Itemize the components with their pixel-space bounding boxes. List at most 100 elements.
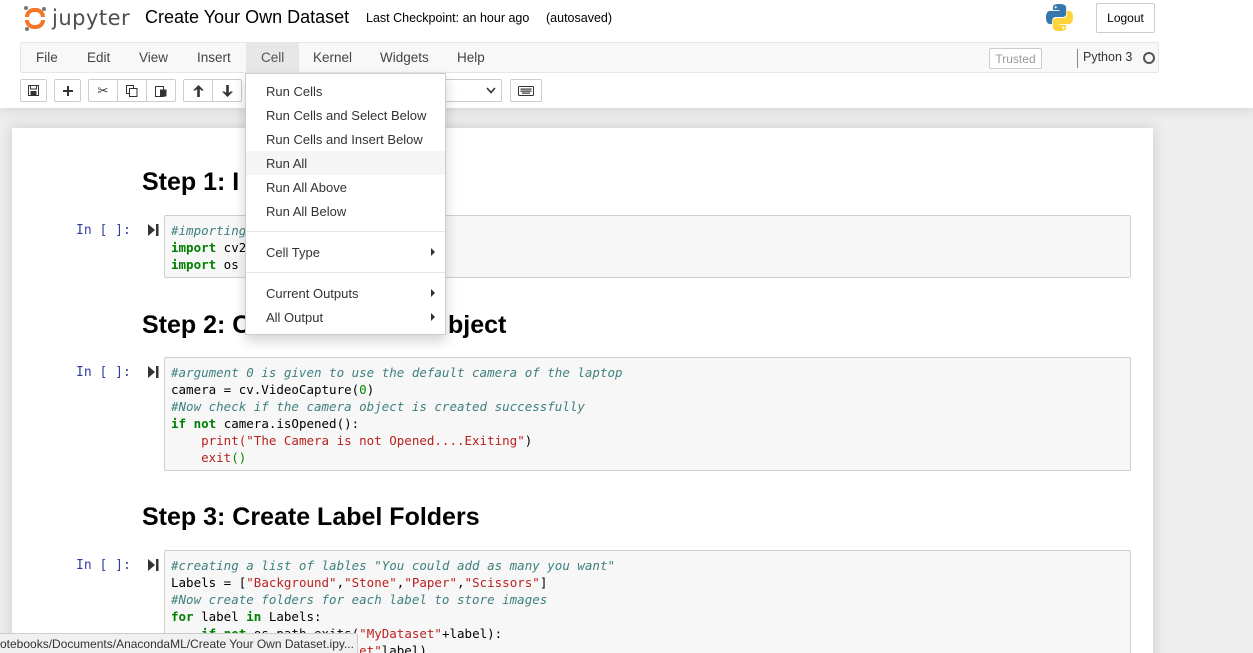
status-bar-url: otebooks/Documents/AnacondaML/Create You…: [0, 633, 358, 653]
keyboard-icon: [518, 85, 534, 96]
code-token: os: [216, 257, 239, 272]
code-token: ): [524, 433, 533, 448]
code-token: exit: [171, 450, 232, 465]
code-token: Labels:: [261, 609, 322, 624]
cell-prompt: In [ ]:: [76, 223, 131, 238]
menu-cell[interactable]: Cell: [246, 43, 300, 72]
code-token: ]: [539, 575, 548, 590]
menu-run-cells[interactable]: Run Cells: [246, 79, 445, 103]
code-token: "Paper": [404, 575, 458, 590]
menu-cell-type-label: Cell Type: [266, 244, 320, 260]
code-token: ): [366, 382, 375, 397]
kernel-divider: [1077, 49, 1078, 68]
heading-step-1[interactable]: Step 1: I: [142, 168, 239, 197]
menu-cell-type[interactable]: Cell Type: [246, 240, 445, 264]
menu-run-all[interactable]: Run All: [246, 151, 445, 175]
code-token: cv2: [216, 240, 247, 255]
jupyter-logo[interactable]: jupyter: [24, 5, 130, 31]
code-line: Labels = ["Background","Stone","Paper","…: [171, 574, 1124, 591]
code-token: for: [171, 609, 194, 624]
copy-icon: [126, 84, 138, 97]
move-up-button[interactable]: [183, 79, 213, 102]
code-token: "Scissors": [464, 575, 540, 590]
jupyter-logo-icon: [24, 6, 46, 31]
menu-run-cells-select-below[interactable]: Run Cells and Select Below: [246, 103, 445, 127]
code-token: "The Camera is not Opened....Exiting": [246, 433, 525, 448]
code-line: #Now create folders for each label to st…: [171, 591, 1124, 608]
run-cell-icon[interactable]: [148, 559, 159, 571]
run-cell-icon[interactable]: [148, 224, 159, 236]
menu-run-all-above[interactable]: Run All Above: [246, 175, 445, 199]
run-cell-icon[interactable]: [148, 366, 159, 378]
code-token: Labels = [: [171, 575, 247, 590]
code-line: if not camera.isOpened():: [171, 415, 1124, 432]
menu-all-output-label: All Output: [266, 309, 324, 325]
code-token: #importing: [171, 223, 247, 238]
move-up-icon: [192, 84, 204, 97]
heading-step-2-left[interactable]: Step 2: C: [142, 311, 250, 340]
add-cell-icon: [62, 85, 73, 96]
menu-kernel[interactable]: Kernel: [298, 43, 367, 72]
header: jupyter Create Your Own Dataset Last Che…: [0, 0, 1253, 108]
menu-run-all-below[interactable]: Run All Below: [246, 199, 445, 223]
code-token: ,: [457, 575, 465, 590]
menu-help[interactable]: Help: [442, 43, 500, 72]
heading-step-3[interactable]: Step 3: Create Label Folders: [142, 503, 480, 532]
code-line: for label in Labels:: [171, 608, 1124, 625]
cut-button[interactable]: ✂: [88, 79, 118, 102]
insert-cell-button[interactable]: [54, 79, 81, 102]
code-token: 0: [359, 382, 367, 397]
autosave-status: (autosaved): [546, 11, 613, 25]
menubar: File Edit View Insert Cell Kernel Widget…: [20, 42, 1159, 73]
python-logo-icon: [1045, 3, 1074, 32]
menu-current-outputs-label: Current Outputs: [266, 285, 359, 301]
chevron-down-icon: [486, 87, 496, 94]
code-token: (): [231, 450, 247, 465]
caret-right-icon: [431, 313, 435, 321]
code-token: "MyDataset": [359, 626, 442, 641]
code-line: camera = cv.VideoCapture(0): [171, 381, 1124, 398]
caret-right-icon: [431, 289, 435, 297]
menu-widgets[interactable]: Widgets: [365, 43, 444, 72]
code-token: #creating a list of lables "You could ad…: [171, 558, 616, 573]
cell-prompt: In [ ]:: [76, 365, 131, 380]
notebook-title[interactable]: Create Your Own Dataset: [145, 7, 349, 28]
code-line: #argument 0 is given to use the default …: [171, 364, 1124, 381]
copy-button[interactable]: [117, 79, 147, 102]
code-token: print(: [171, 433, 247, 448]
menu-run-cells-insert-below[interactable]: Run Cells and Insert Below: [246, 127, 445, 151]
cell-menu-dropdown: Run Cells Run Cells and Select Below Run…: [245, 73, 446, 335]
save-button[interactable]: [20, 79, 47, 102]
code-line: exit(): [171, 449, 1124, 466]
menu-file[interactable]: File: [21, 43, 73, 72]
code-line: #Now check if the camera object is creat…: [171, 398, 1124, 415]
code-token: import: [171, 257, 217, 272]
menu-insert[interactable]: Insert: [182, 43, 246, 72]
save-icon: [28, 85, 39, 96]
menu-edit[interactable]: Edit: [72, 43, 125, 72]
move-down-button[interactable]: [212, 79, 242, 102]
menu-all-output[interactable]: All Output: [246, 305, 445, 329]
cell-prompt: In [ ]:: [76, 558, 131, 573]
heading-step-2-right[interactable]: bject: [448, 311, 506, 340]
code-line: print("The Camera is not Opened....Exiti…: [171, 432, 1124, 449]
notebook-container: Step 1: I In [ ]: #importing import cv2 im…: [12, 128, 1153, 653]
kernel-name[interactable]: Python 3: [1083, 50, 1132, 64]
code-token: "Background": [246, 575, 337, 590]
cell-type-select[interactable]: [446, 79, 502, 102]
paste-button[interactable]: [146, 79, 176, 102]
code-token: camera.isOpened():: [216, 416, 360, 431]
code-line: #creating a list of lables "You could ad…: [171, 557, 1124, 574]
code-token: +label):: [441, 626, 503, 641]
code-token: label: [193, 609, 247, 624]
move-down-icon: [221, 84, 233, 97]
menu-current-outputs[interactable]: Current Outputs: [246, 281, 445, 305]
menu-view[interactable]: View: [124, 43, 183, 72]
code-cell-2[interactable]: #argument 0 is given to use the default …: [164, 357, 1131, 471]
logout-button[interactable]: Logout: [1096, 3, 1155, 33]
code-token: "Stone": [344, 575, 397, 590]
command-palette-button[interactable]: [510, 79, 542, 102]
code-token: ,: [336, 575, 345, 590]
trusted-indicator[interactable]: Trusted: [989, 48, 1042, 69]
